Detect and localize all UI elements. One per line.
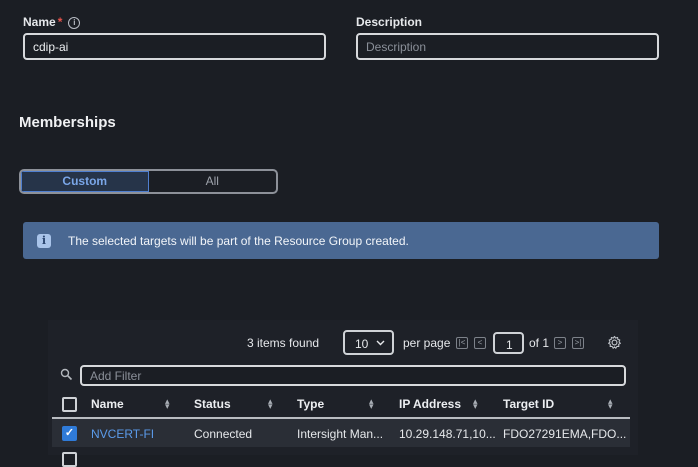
select-all-checkbox[interactable] bbox=[62, 397, 77, 412]
per-page-label: per page bbox=[403, 336, 451, 350]
page-number-value: 1 bbox=[506, 338, 513, 352]
membership-toggle: Custom All bbox=[19, 169, 278, 194]
row-name-link[interactable]: NVCERT-FI bbox=[91, 427, 154, 441]
column-header-status[interactable]: Status bbox=[194, 397, 231, 411]
prev-page-icon[interactable]: < bbox=[474, 337, 486, 349]
next-page-icon[interactable]: > bbox=[554, 337, 566, 349]
row-checkbox[interactable] bbox=[62, 452, 77, 467]
column-header-target-id[interactable]: Target ID bbox=[503, 397, 554, 411]
sort-icon[interactable]: ▴ ▾ bbox=[268, 397, 273, 411]
banner-text: The selected targets will be part of the… bbox=[68, 233, 409, 248]
required-mark: * bbox=[57, 15, 63, 29]
items-found: 3 items found bbox=[247, 336, 320, 350]
row-ip-address: 10.29.148.71,10... bbox=[399, 427, 496, 441]
sort-icon[interactable]: ▴ ▾ bbox=[473, 397, 478, 411]
sort-icon[interactable]: ▴ ▾ bbox=[165, 397, 170, 411]
column-header-name[interactable]: Name bbox=[91, 397, 124, 411]
name-input[interactable] bbox=[23, 33, 326, 60]
page-total: of 1 bbox=[529, 336, 550, 350]
row-checkbox[interactable]: ✓ bbox=[62, 426, 77, 441]
info-icon[interactable]: i bbox=[68, 17, 81, 29]
row-target-id: FDO27291EMA,FDO... bbox=[503, 427, 627, 441]
column-header-type[interactable]: Type bbox=[297, 397, 324, 411]
info-banner: i The selected targets will be part of t… bbox=[23, 222, 659, 259]
name-label-text: Name bbox=[23, 15, 56, 29]
chevron-down-icon bbox=[376, 340, 385, 346]
custom-option[interactable]: Custom bbox=[21, 171, 149, 192]
last-page-icon[interactable]: >| bbox=[572, 337, 584, 349]
page-number-input[interactable]: 1 bbox=[493, 332, 524, 354]
description-input[interactable] bbox=[356, 33, 659, 60]
filter-input[interactable] bbox=[80, 365, 626, 386]
name-label: Name * i bbox=[23, 15, 81, 29]
first-page-icon[interactable]: |< bbox=[456, 337, 468, 349]
row-status: Connected bbox=[194, 427, 253, 441]
info-icon: i bbox=[37, 233, 51, 248]
memberships-title: Memberships bbox=[19, 114, 116, 131]
search-icon bbox=[60, 368, 73, 381]
sort-icon[interactable]: ▴ ▾ bbox=[369, 397, 374, 411]
sort-icon[interactable]: ▴ ▾ bbox=[608, 397, 613, 411]
settings-gear-icon[interactable] bbox=[607, 335, 622, 350]
all-option[interactable]: All bbox=[149, 171, 277, 192]
page-size-select[interactable]: 10 bbox=[343, 330, 394, 355]
page-size-value: 10 bbox=[355, 337, 369, 351]
column-header-ip-address[interactable]: IP Address bbox=[399, 397, 461, 411]
description-label: Description bbox=[356, 15, 423, 29]
row-type: Intersight Man... bbox=[297, 427, 384, 441]
